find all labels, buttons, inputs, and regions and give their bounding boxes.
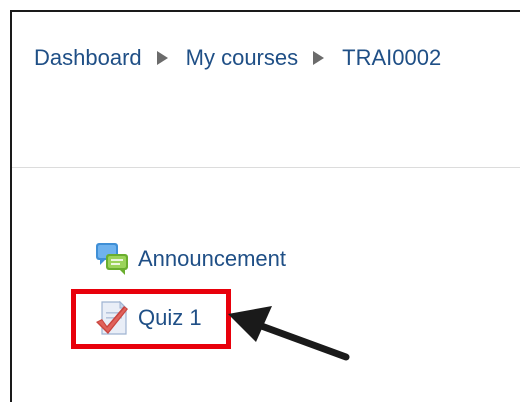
breadcrumb-separator-icon bbox=[156, 51, 168, 65]
activity-announcement-link[interactable]: Announcement bbox=[138, 246, 286, 272]
breadcrumb-dashboard[interactable]: Dashboard bbox=[34, 45, 142, 71]
arrow-pointer-icon bbox=[228, 306, 350, 361]
section-divider bbox=[12, 167, 520, 168]
breadcrumb: Dashboard My courses TRAI0002 bbox=[34, 45, 441, 71]
breadcrumb-course[interactable]: TRAI0002 bbox=[342, 45, 441, 71]
breadcrumb-my-courses[interactable]: My courses bbox=[186, 45, 298, 71]
highlight-box bbox=[71, 289, 231, 349]
activity-announcement[interactable]: Announcement bbox=[94, 241, 286, 277]
breadcrumb-separator-icon bbox=[313, 51, 325, 65]
forum-icon bbox=[96, 243, 128, 275]
